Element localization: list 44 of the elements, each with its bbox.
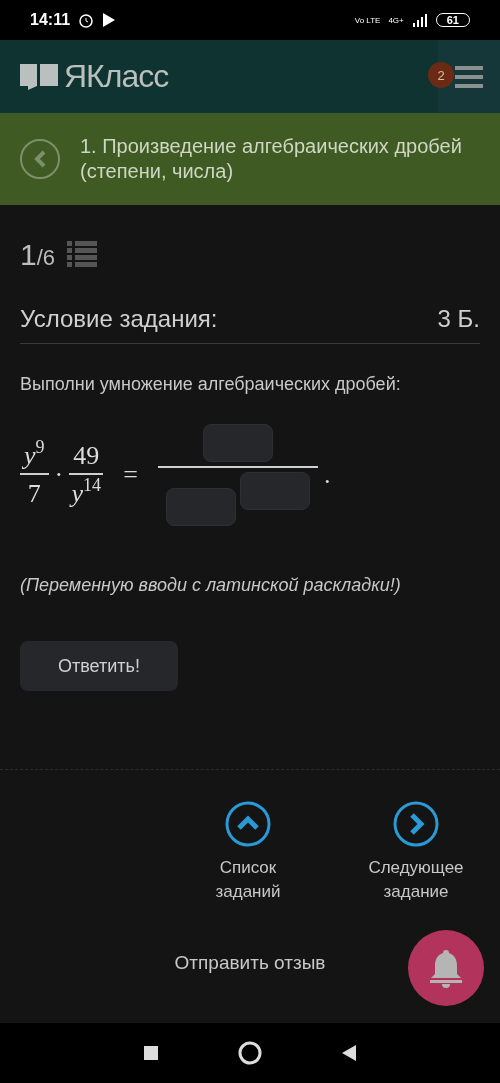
variable: y <box>24 441 36 471</box>
notification-badge: 2 <box>428 62 454 88</box>
chevron-up-icon <box>224 800 272 848</box>
nav-button[interactable]: Следующее задание <box>352 800 480 904</box>
denominator: 7 <box>27 479 41 509</box>
instruction-text: Выполни умножение алгебраических дробей: <box>20 374 402 395</box>
base-input[interactable] <box>165 488 236 526</box>
exponent: 9 <box>35 437 45 457</box>
condition-heading: Условие задания: <box>20 305 218 333</box>
back-button[interactable] <box>20 139 60 179</box>
variable: y <box>71 479 83 509</box>
exponent: 14 <box>83 475 101 495</box>
chevron-right-icon <box>392 800 440 848</box>
circle-icon <box>238 1041 262 1065</box>
list-icon[interactable] <box>67 241 98 269</box>
hint-text: (Переменную вводи с латинской раскладки!) <box>20 575 402 596</box>
points-label: 3 Б. <box>437 305 480 333</box>
play-icon <box>102 12 117 28</box>
menu-icon <box>455 65 483 88</box>
clock-time: 14:11 <box>30 11 71 29</box>
book-icon <box>20 63 58 90</box>
period: . <box>323 460 331 490</box>
signal-icon <box>411 13 428 27</box>
bell-icon <box>428 948 464 988</box>
logo-text: ЯКласс <box>64 58 169 95</box>
equals-sign: = <box>123 460 138 490</box>
topic-title: 1. Произведение алгебраических дробей (степени, числа) <box>80 134 463 184</box>
network-label: 4G+ <box>388 15 404 25</box>
multiply-sign: · <box>54 460 64 490</box>
task-counter: 1/6 <box>20 238 56 272</box>
volte-label: Vo LTE <box>354 15 381 25</box>
nav-button[interactable]: Список заданий <box>184 800 312 904</box>
alarm-icon <box>78 12 95 28</box>
square-icon <box>144 1046 158 1060</box>
answer-button[interactable]: Ответить! <box>20 641 178 691</box>
numerator: 49 <box>73 441 100 471</box>
back-nav-button[interactable] <box>342 1045 356 1061</box>
exponent-input[interactable] <box>239 472 310 510</box>
menu-button[interactable] <box>438 40 500 113</box>
feedback-link[interactable]: Отправить отзыв <box>174 952 326 974</box>
numerator-input[interactable] <box>202 424 273 462</box>
home-button[interactable] <box>238 1041 262 1065</box>
triangle-icon <box>342 1045 356 1061</box>
chevron-left-icon <box>33 150 47 168</box>
